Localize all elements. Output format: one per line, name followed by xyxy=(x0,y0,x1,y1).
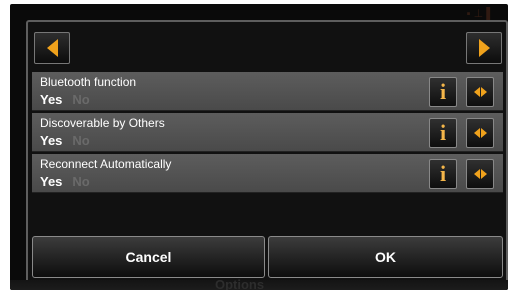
setting-row-bluetooth-function[interactable]: Bluetooth function Yes No i xyxy=(32,72,503,111)
selected-value: Yes xyxy=(40,174,63,189)
toggle-button[interactable] xyxy=(466,159,494,189)
toggle-button[interactable] xyxy=(466,77,494,107)
info-icon: i xyxy=(439,120,447,145)
selected-value: Yes xyxy=(40,92,63,107)
unselected-value: No xyxy=(72,92,90,107)
background-menu-bar: Options xyxy=(10,277,508,290)
unselected-value: No xyxy=(72,133,90,148)
arrow-right-icon xyxy=(478,39,490,57)
toggle-button[interactable] xyxy=(466,118,494,148)
unselected-value: No xyxy=(72,174,90,189)
setting-value: Yes No xyxy=(40,92,90,107)
device-screen: ▪ ⊥ ▌ Bluetooth function Yes No i Discove… xyxy=(10,4,508,290)
background-options-label: Options xyxy=(215,277,265,290)
info-icon: i xyxy=(439,161,447,186)
next-page-button[interactable] xyxy=(466,32,502,64)
setting-row-discoverable[interactable]: Discoverable by Others Yes No i xyxy=(32,113,503,152)
arrow-left-icon xyxy=(46,39,58,57)
previous-page-button[interactable] xyxy=(34,32,70,64)
cancel-button[interactable]: Cancel xyxy=(32,236,265,278)
setting-row-reconnect[interactable]: Reconnect Automatically Yes No i xyxy=(32,154,503,193)
info-button[interactable]: i xyxy=(429,159,457,189)
setting-value: Yes No xyxy=(40,174,90,189)
setting-value: Yes No xyxy=(40,133,90,148)
setting-label: Reconnect Automatically xyxy=(40,157,172,171)
toggle-arrows-icon xyxy=(473,169,487,179)
setting-label: Discoverable by Others xyxy=(40,116,165,130)
info-button[interactable]: i xyxy=(429,118,457,148)
background-status-icons: ▪ ⊥ ▌ xyxy=(466,8,494,20)
info-icon: i xyxy=(439,79,447,104)
ok-button[interactable]: OK xyxy=(268,236,503,278)
setting-label: Bluetooth function xyxy=(40,75,137,89)
bluetooth-settings-dialog: Bluetooth function Yes No i Discoverable … xyxy=(26,20,508,290)
toggle-arrows-icon xyxy=(473,128,487,138)
selected-value: Yes xyxy=(40,133,63,148)
toggle-arrows-icon xyxy=(473,87,487,97)
info-button[interactable]: i xyxy=(429,77,457,107)
